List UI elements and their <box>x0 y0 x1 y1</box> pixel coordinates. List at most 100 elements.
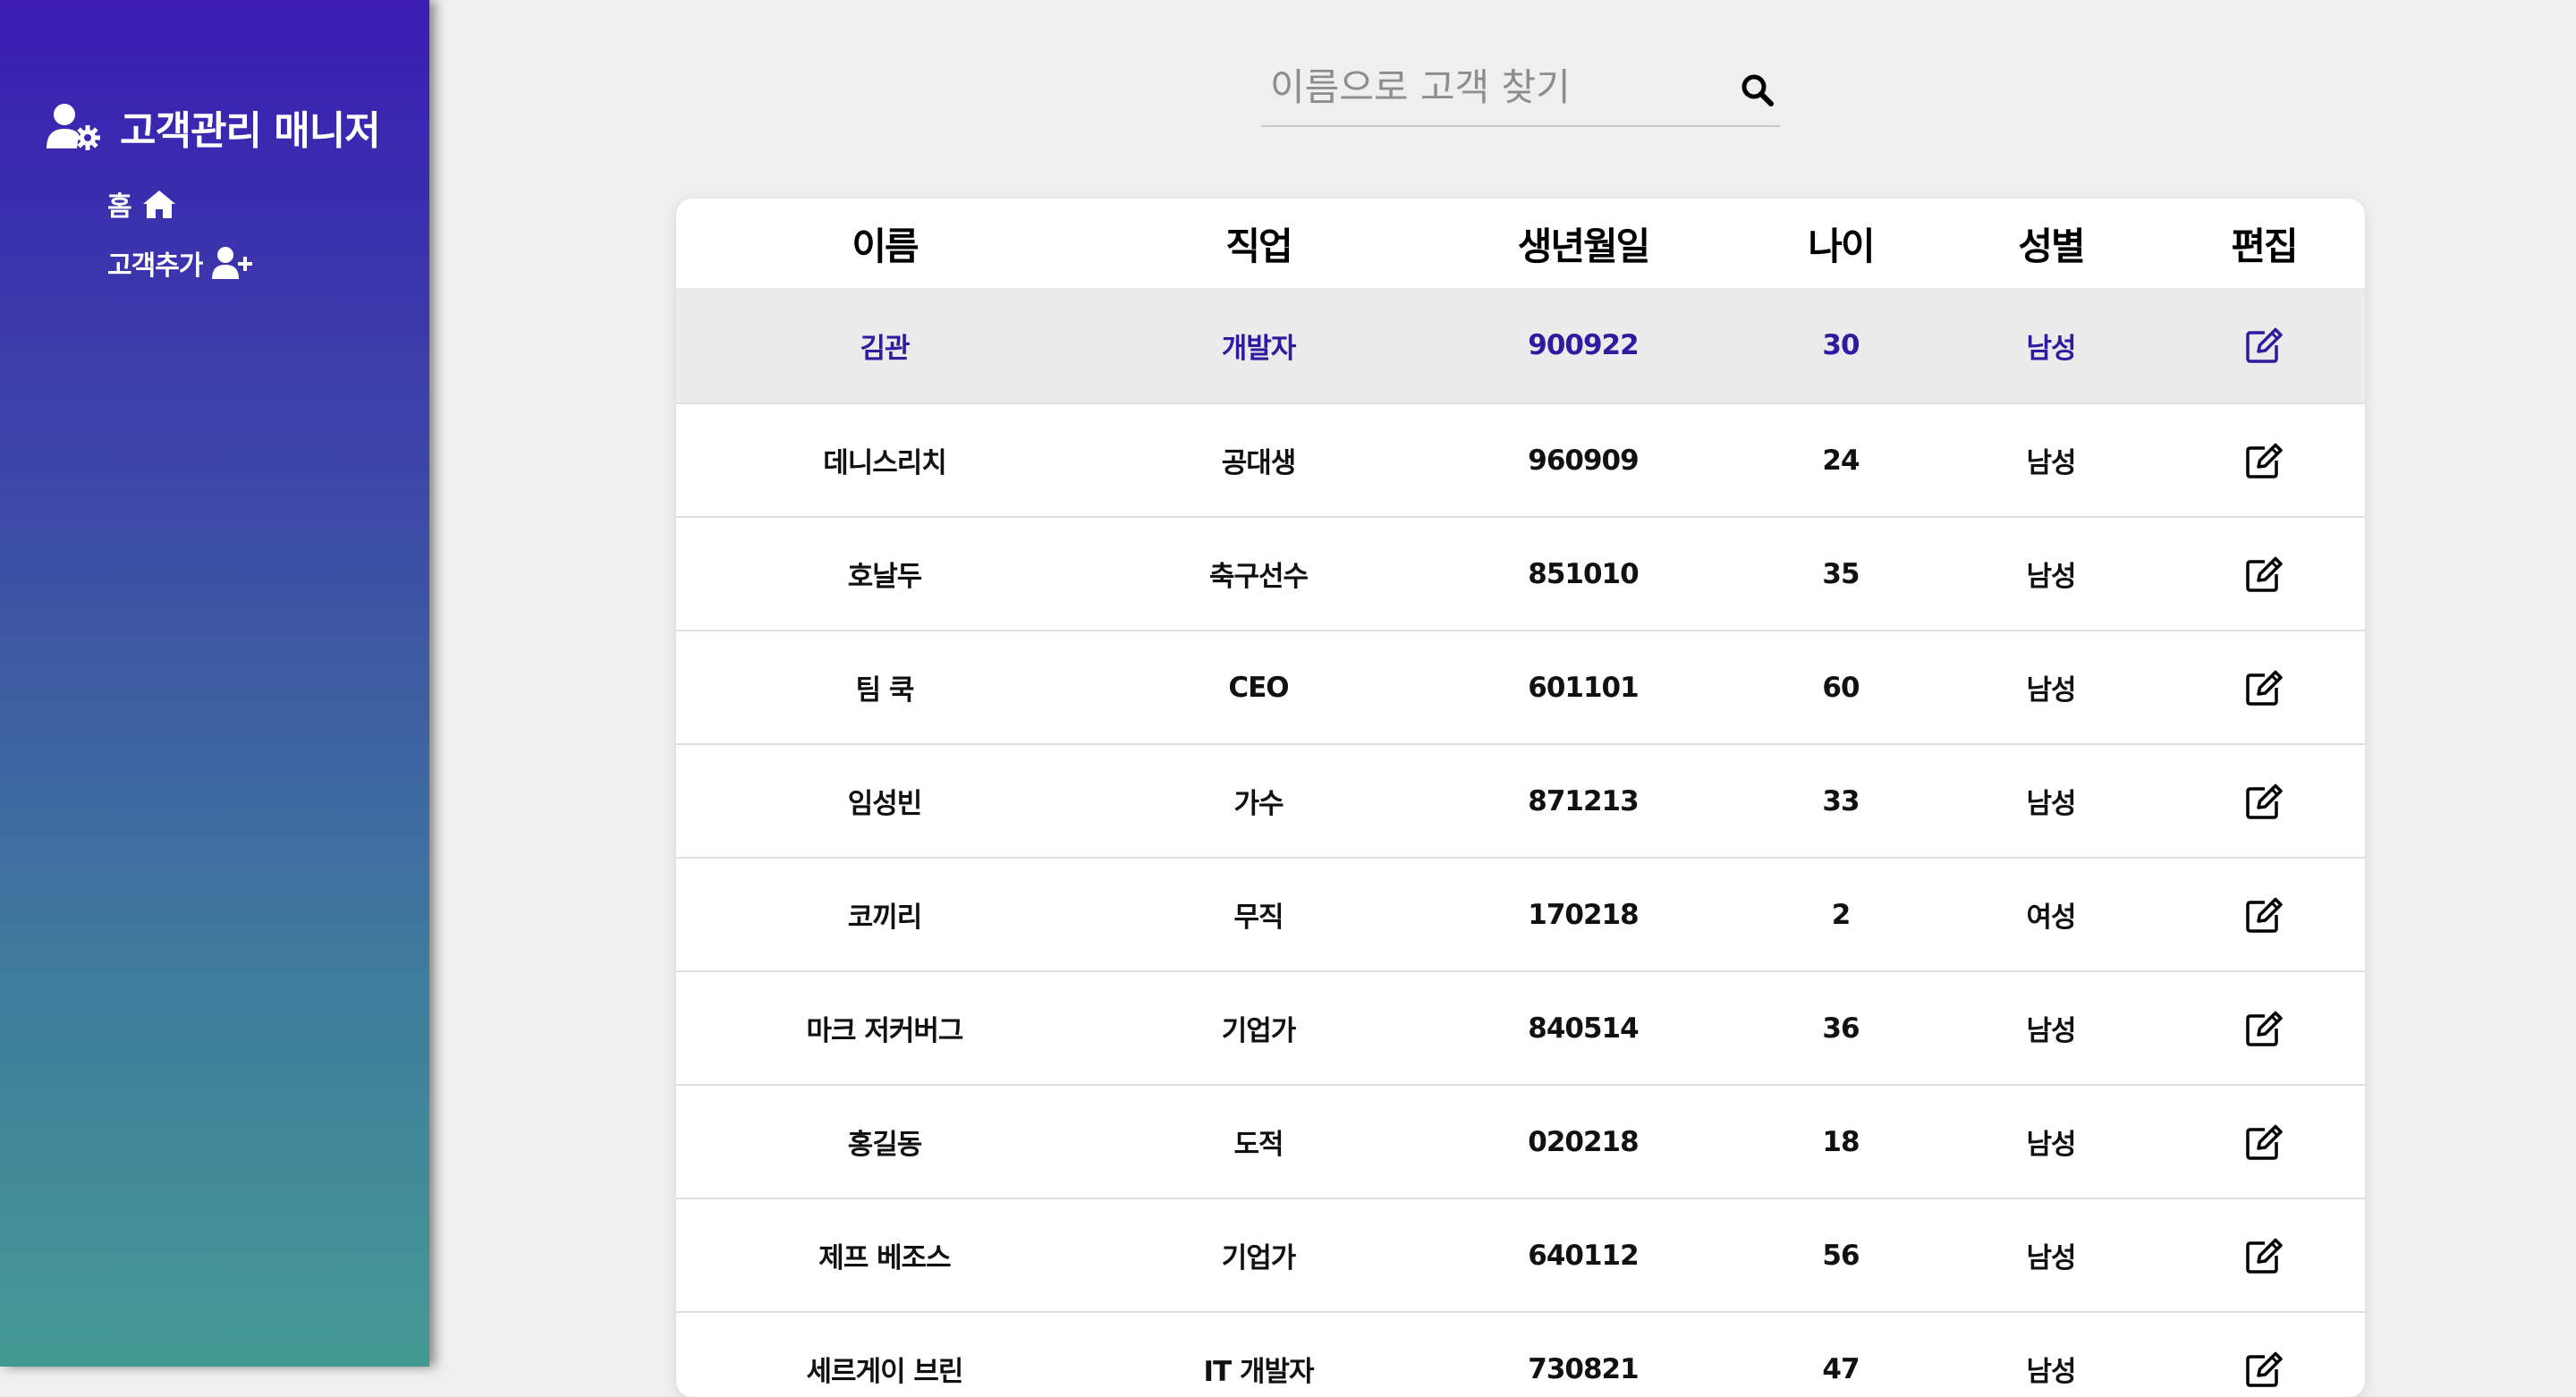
cell-name: 세르게이 브린 <box>806 1356 964 1388</box>
column-header-edit: 편집 <box>2231 224 2298 268</box>
cell-age: 24 <box>1822 444 1860 477</box>
cell-job: 기업가 <box>1221 1015 1297 1047</box>
cell-name: 데니스리치 <box>823 447 947 479</box>
cell-gender: 여성 <box>2026 902 2076 934</box>
app-title: 고객관리 매니저 <box>120 108 381 154</box>
edit-icon[interactable] <box>2245 670 2283 706</box>
search-box <box>1261 54 1780 127</box>
customer-table: 이름 직업 생년월일 나이 성별 편집 김관 개발자 900922 30 남성 데니스리치… <box>676 199 2365 1397</box>
table-body: 김관 개발자 900922 30 남성 데니스리치 공대생 960909 24 남성 호날두 축구선수… <box>676 288 2365 1397</box>
cell-age: 56 <box>1822 1239 1860 1272</box>
edit-button[interactable] <box>2163 518 2365 630</box>
cell-job: CEO <box>1228 671 1289 704</box>
edit-button[interactable] <box>2163 288 2365 402</box>
cell-gender: 남성 <box>2026 788 2076 820</box>
edit-icon[interactable] <box>2245 897 2283 933</box>
edit-icon[interactable] <box>2245 1124 2283 1160</box>
cell-birth: 170218 <box>1528 898 1639 931</box>
cell-birth: 601101 <box>1528 671 1639 704</box>
cell-gender: 남성 <box>2026 1129 2076 1161</box>
cell-age: 47 <box>1822 1352 1860 1385</box>
table-row[interactable]: 마크 저커버그 기업가 840514 36 남성 <box>676 970 2365 1084</box>
edit-button[interactable] <box>2163 631 2365 743</box>
cell-age: 18 <box>1822 1125 1860 1158</box>
edit-icon[interactable] <box>2245 556 2283 592</box>
sidebar-item-label: 홈 <box>107 191 132 223</box>
cell-birth: 840514 <box>1528 1012 1639 1045</box>
cell-name: 홍길동 <box>847 1129 923 1161</box>
cell-gender: 남성 <box>2026 447 2076 479</box>
column-header-age: 나이 <box>1808 224 1875 268</box>
search-input[interactable] <box>1270 61 1708 113</box>
table-row[interactable]: 김관 개발자 900922 30 남성 <box>676 288 2365 402</box>
cell-job: 기업가 <box>1221 1242 1297 1274</box>
column-header-job: 직업 <box>1225 224 1292 268</box>
search-icon[interactable] <box>1741 73 1775 107</box>
cell-job: IT 개발자 <box>1203 1356 1314 1388</box>
cell-age: 35 <box>1822 557 1860 590</box>
sidebar-item-label: 고객추가 <box>107 250 203 282</box>
cell-job: 무직 <box>1233 902 1284 934</box>
edit-icon[interactable] <box>2245 1011 2283 1046</box>
cell-gender: 남성 <box>2026 1356 2076 1388</box>
cell-name: 김관 <box>860 332 910 365</box>
cell-job: 가수 <box>1233 788 1284 820</box>
cell-gender: 남성 <box>2026 1242 2076 1274</box>
table-row[interactable]: 세르게이 브린 IT 개발자 730821 47 남성 <box>676 1311 2365 1397</box>
table-header: 이름 직업 생년월일 나이 성별 편집 <box>676 199 2365 288</box>
cell-gender: 남성 <box>2026 674 2076 707</box>
cell-name: 팀 쿡 <box>855 674 915 707</box>
column-header-birth: 생년월일 <box>1517 224 1651 268</box>
cell-job: 도적 <box>1233 1129 1284 1161</box>
table-row[interactable]: 임성빈 가수 871213 33 남성 <box>676 743 2365 857</box>
edit-button[interactable] <box>2163 1199 2365 1311</box>
cell-birth: 020218 <box>1528 1125 1639 1158</box>
cell-job: 축구선수 <box>1208 561 1309 593</box>
edit-icon[interactable] <box>2245 1238 2283 1274</box>
cell-gender: 남성 <box>2026 1015 2076 1047</box>
table-row[interactable]: 제프 베조스 기업가 640112 56 남성 <box>676 1198 2365 1311</box>
cell-gender: 남성 <box>2026 561 2076 593</box>
edit-button[interactable] <box>2163 1313 2365 1397</box>
cell-age: 33 <box>1822 784 1860 817</box>
table-row[interactable]: 데니스리치 공대생 960909 24 남성 <box>676 402 2365 516</box>
cell-birth: 871213 <box>1528 784 1639 817</box>
cell-name: 제프 베조스 <box>818 1242 951 1274</box>
column-header-gender: 성별 <box>2018 224 2085 268</box>
edit-button[interactable] <box>2163 859 2365 970</box>
cell-age: 2 <box>1831 898 1852 931</box>
edit-button[interactable] <box>2163 745 2365 857</box>
user-gear-icon <box>47 104 100 150</box>
app-brand: 고객관리 매니저 <box>45 100 381 154</box>
edit-icon[interactable] <box>2245 1351 2283 1387</box>
cell-age: 36 <box>1822 1012 1860 1045</box>
cell-name: 임성빈 <box>847 788 923 820</box>
cell-job: 개발자 <box>1221 332 1297 365</box>
edit-icon[interactable] <box>2245 443 2283 478</box>
table-row[interactable]: 홍길동 도적 020218 18 남성 <box>676 1084 2365 1198</box>
sidebar-item-home[interactable]: 홈 <box>107 184 178 224</box>
cell-name: 마크 저커버그 <box>806 1015 964 1047</box>
table-row[interactable]: 코끼리 무직 170218 2 여성 <box>676 857 2365 970</box>
cell-gender: 남성 <box>2026 332 2076 365</box>
cell-age: 60 <box>1822 671 1860 704</box>
column-header-name: 이름 <box>852 224 919 268</box>
cell-birth: 640112 <box>1528 1239 1639 1272</box>
cell-name: 호날두 <box>847 561 923 593</box>
edit-button[interactable] <box>2163 1086 2365 1198</box>
cell-birth: 960909 <box>1528 444 1639 477</box>
cell-birth: 851010 <box>1528 557 1639 590</box>
edit-icon[interactable] <box>2245 783 2283 819</box>
sidebar-item-add-customer[interactable]: 고객추가 <box>107 243 254 283</box>
cell-job: 공대생 <box>1221 447 1297 479</box>
home-icon <box>142 190 175 218</box>
cell-birth: 900922 <box>1528 329 1639 361</box>
edit-button[interactable] <box>2163 972 2365 1084</box>
edit-button[interactable] <box>2163 404 2365 516</box>
edit-icon[interactable] <box>2245 327 2283 363</box>
user-plus-icon <box>212 247 253 279</box>
table-row[interactable]: 팀 쿡 CEO 601101 60 남성 <box>676 630 2365 743</box>
cell-birth: 730821 <box>1528 1352 1639 1385</box>
sidebar: 고객관리 매니저 홈 고객추가 <box>0 0 429 1367</box>
table-row[interactable]: 호날두 축구선수 851010 35 남성 <box>676 516 2365 630</box>
